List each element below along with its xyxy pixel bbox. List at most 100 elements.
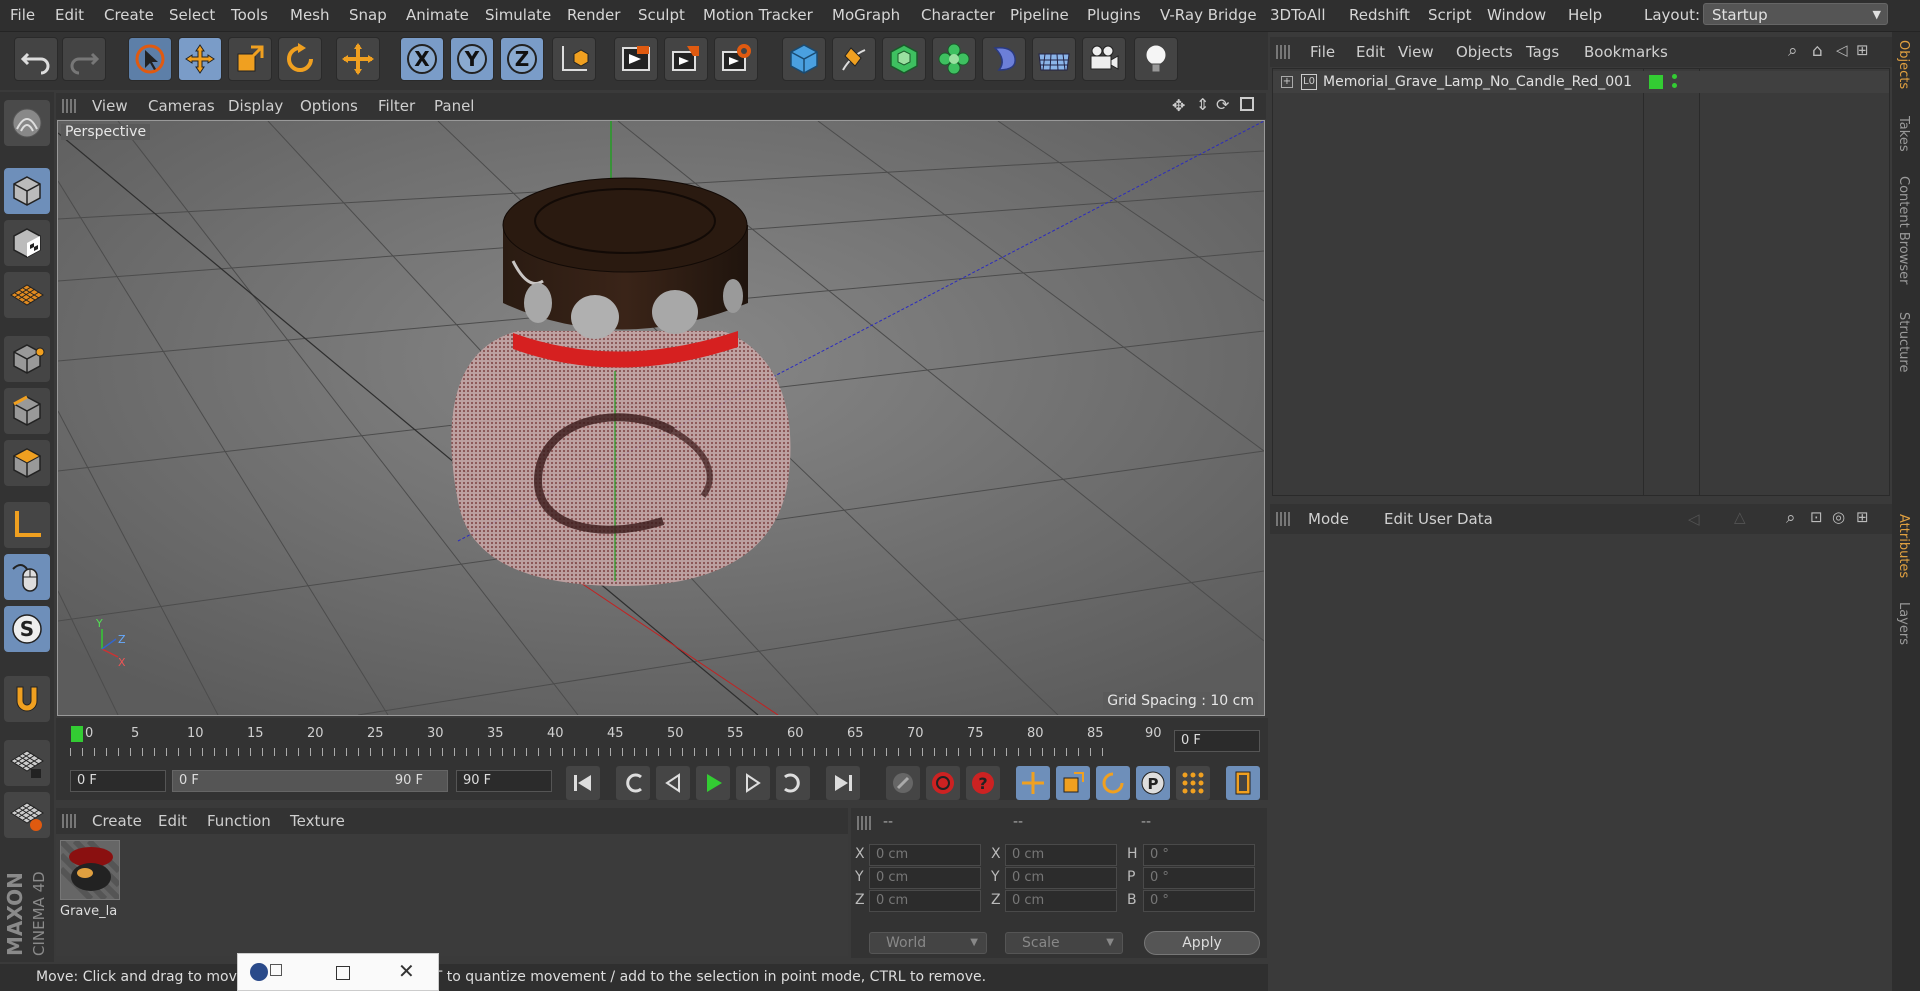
next-key-button[interactable] [776,766,810,800]
viewport-menu-options[interactable]: Options [300,97,358,115]
scale-tool-button[interactable] [228,37,272,81]
cube-primitive-button[interactable] [782,37,826,81]
record-rotation-button[interactable] [1096,766,1130,800]
menu-file[interactable]: File [10,6,35,24]
menu-sculpt[interactable]: Sculpt [638,6,685,24]
coordinate-system-button[interactable] [552,37,596,81]
live-selection-button[interactable] [128,37,172,81]
tab-takes[interactable]: Takes [1896,116,1911,152]
size-y-field[interactable]: 0 cm [1005,867,1117,889]
timeline-window-button[interactable] [1226,766,1260,800]
menu-mograph[interactable]: MoGraph [832,6,900,24]
objects-menu-edit[interactable]: Edit [1356,43,1385,61]
back-icon[interactable]: ◁ [1688,510,1700,528]
menu-character[interactable]: Character [921,6,995,24]
coordinate-mode-select[interactable]: World ▼ [869,932,987,954]
objects-menu-objects[interactable]: Objects [1456,43,1513,61]
camera-button[interactable] [1082,37,1126,81]
subdivision-surface-button[interactable] [882,37,926,81]
playhead-marker[interactable] [71,726,83,742]
objects-menu-file[interactable]: File [1310,43,1335,61]
attributes-menu-user-data[interactable]: User Data [1418,510,1493,528]
object-row[interactable]: + L0 Memorial_Grave_Lamp_No_Candle_Red_0… [1273,71,1889,93]
render-view-button[interactable] [614,37,658,81]
perspective-viewport[interactable]: Y Z X Perspective Grid Spacing : 10 cm [57,120,1265,716]
panel-grip-icon[interactable] [1276,512,1290,526]
viewport-rotate-icon[interactable]: ⟳ [1216,95,1229,114]
cloner-button[interactable] [932,37,976,81]
make-editable-button[interactable] [4,100,50,146]
size-mode-select[interactable]: Scale ▼ [1005,932,1123,954]
preview-end-field[interactable]: 90 F [456,770,552,792]
apply-button[interactable]: Apply [1144,931,1260,955]
viewport-maximize-icon[interactable] [1240,97,1254,111]
layout-select[interactable]: Startup ▼ [1703,3,1888,25]
menu-help[interactable]: Help [1568,6,1602,24]
menu-vray-bridge[interactable]: V-Ray Bridge [1160,6,1257,24]
size-z-field[interactable]: 0 cm [1005,890,1117,912]
viewport-menu-view[interactable]: View [92,97,128,115]
snap-grid-button[interactable] [4,740,50,786]
up-icon[interactable]: △ [1734,508,1746,526]
transform-tool-button[interactable] [336,37,380,81]
redo-button[interactable] [62,37,106,81]
play-button[interactable] [696,766,730,800]
viewport-move-icon[interactable]: ✥ [1172,96,1185,115]
rotation-p-field[interactable]: 0 ° [1143,867,1255,889]
new-panel-icon[interactable]: ⊞ [1856,41,1869,59]
menu-simulate[interactable]: Simulate [485,6,551,24]
search-icon[interactable]: ⌕ [1788,41,1798,61]
home-icon[interactable]: ⌂ [1812,41,1823,61]
material-menu-function[interactable]: Function [207,812,271,830]
tab-attributes[interactable]: Attributes [1896,514,1911,578]
points-mode-button[interactable] [4,336,50,382]
material-thumbnail[interactable] [58,838,122,902]
tab-content-browser[interactable]: Content Browser [1896,176,1911,285]
rotation-b-field[interactable]: 0 ° [1143,890,1255,912]
go-to-end-button[interactable] [826,766,860,800]
z-axis-lock-button[interactable]: Z [500,37,544,81]
layer-color-icon[interactable] [1649,75,1663,89]
menu-render[interactable]: Render [567,6,620,24]
deformer-button[interactable] [982,37,1026,81]
previous-key-button[interactable] [616,766,650,800]
material-menu-edit[interactable]: Edit [158,812,187,830]
axis-mode-button[interactable] [4,502,50,548]
attributes-menu-edit[interactable]: Edit [1384,510,1413,528]
panel-grip-icon[interactable] [62,814,76,828]
close-icon[interactable]: ✕ [398,959,415,983]
menu-edit[interactable]: Edit [55,6,84,24]
menu-mesh[interactable]: Mesh [290,6,330,24]
editor-visibility-icon[interactable] [1672,74,1677,79]
x-axis-lock-button[interactable]: X [400,37,444,81]
menu-motion-tracker[interactable]: Motion Tracker [703,6,813,24]
viewport-menu-display[interactable]: Display [228,97,283,115]
panel-grip-icon[interactable] [62,99,76,113]
go-to-start-button[interactable] [566,766,600,800]
polygons-mode-button[interactable] [4,440,50,486]
panel-grip-icon[interactable] [1276,45,1290,59]
objects-menu-view[interactable]: View [1398,43,1434,61]
size-x-field[interactable]: 0 cm [1005,844,1117,866]
material-menu-create[interactable]: Create [92,812,142,830]
y-axis-lock-button[interactable]: Y [450,37,494,81]
back-icon[interactable]: ◁ [1836,41,1848,59]
undo-button[interactable] [14,37,58,81]
viewport-zoom-icon[interactable]: ⇕ [1196,95,1209,114]
new-panel-icon[interactable]: ⊞ [1856,508,1869,526]
menu-window[interactable]: Window [1487,6,1546,24]
menu-redshift[interactable]: Redshift [1349,6,1410,24]
menu-3dtoall[interactable]: 3DToAll [1270,6,1325,24]
tab-objects[interactable]: Objects [1896,40,1911,89]
menu-plugins[interactable]: Plugins [1087,6,1141,24]
viewport-menu-filter[interactable]: Filter [378,97,415,115]
rotation-h-field[interactable]: 0 ° [1143,844,1255,866]
magnet-button[interactable] [4,676,50,722]
viewport-menu-cameras[interactable]: Cameras [148,97,215,115]
position-y-field[interactable]: 0 cm [869,867,981,889]
render-settings-button[interactable] [714,37,758,81]
record-position-button[interactable] [1016,766,1050,800]
menu-create[interactable]: Create [104,6,154,24]
floor-button[interactable] [1032,37,1076,81]
settings-icon[interactable]: ◎ [1832,508,1845,526]
